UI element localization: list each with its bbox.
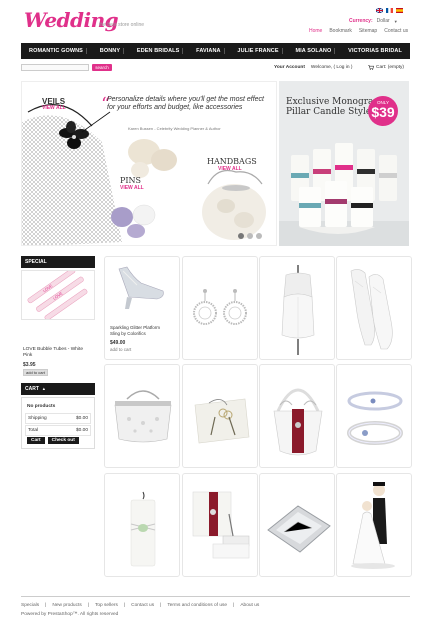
banner-handbags-title: HANDBAGS <box>207 157 257 166</box>
special-header: SPECIAL <box>21 256 95 268</box>
shipping-value: $0.00 <box>75 416 88 421</box>
nav-item-romantic-gowns[interactable]: ROMANTIC GOWNS <box>26 48 87 54</box>
banner-handbags-link[interactable]: VIEW ALL <box>218 166 242 172</box>
total-label: Total <box>28 428 39 433</box>
bubble-tubes-image: LOVE LOVE <box>27 268 88 321</box>
currency-selector[interactable]: Currency: Dollar ▼ <box>349 18 398 24</box>
uk-flag-icon[interactable] <box>376 8 383 13</box>
shoe-image <box>118 266 164 309</box>
nav-item-mia-solano[interactable]: MIA SOLANO <box>292 48 336 54</box>
spain-flag-icon[interactable] <box>396 8 403 13</box>
footer-link-terms[interactable]: Terms and conditions of use <box>167 603 227 608</box>
sitemap-link[interactable]: Sitemap <box>359 28 377 34</box>
corset-image <box>281 265 315 355</box>
footer-links: Specials | New products | Top sellers | Con… <box>21 603 260 608</box>
clutch-image <box>114 390 172 443</box>
product-card-unity-candle[interactable] <box>104 473 180 577</box>
banner-pins-link[interactable]: VIEW ALL <box>120 185 144 191</box>
special-product-image[interactable]: LOVE LOVE <box>21 268 95 321</box>
copyright: Powered by PrestaShop™. All rights reser… <box>21 612 119 617</box>
nav-item-eden-bridals[interactable]: EDEN BRIDALS <box>134 48 184 54</box>
product-card-silver-tray[interactable] <box>259 473 335 577</box>
unity-candle-image <box>130 491 156 567</box>
collapse-arrow-icon[interactable]: ▲ <box>42 383 46 395</box>
header-links: Home Bookmark Sitemap Contact us <box>309 28 408 34</box>
cart-total-row: Total $0.00 <box>25 425 91 436</box>
contact-link[interactable]: Contact us <box>384 28 408 34</box>
ring-pillow-image <box>194 398 250 444</box>
product-card-flower-basket[interactable] <box>259 364 335 468</box>
product-card-guest-book[interactable] <box>182 473 258 577</box>
banner-pins-title: PINS <box>120 176 142 185</box>
cart-shipping-row: Shipping $0.00 <box>25 413 91 424</box>
product-card-ring-pillow[interactable] <box>182 364 258 468</box>
nav-item-bonny[interactable]: BONNY <box>97 48 125 54</box>
guest-book-image <box>192 491 250 559</box>
price-badge: ONLY $39 <box>368 96 398 126</box>
france-flag-icon[interactable] <box>386 8 393 13</box>
banner-dot-2[interactable] <box>247 233 253 239</box>
product-card-earrings[interactable] <box>182 256 258 360</box>
site-tagline: the best store online <box>99 22 145 28</box>
flower-basket-image <box>273 388 323 456</box>
currency-label: Currency: <box>349 18 373 24</box>
banner-dot-1[interactable] <box>238 233 244 239</box>
special-product-price: $3.95 <box>23 362 36 368</box>
nav-item-victorias-bridal[interactable]: VICTORIAS BRIDAL <box>345 48 405 54</box>
bookmark-link[interactable]: Bookmark <box>329 28 352 34</box>
banner-quote-author: Karen Bussen - Celebrity Wedding Planner… <box>128 126 221 131</box>
cart-icon <box>368 65 374 70</box>
product-add-to-cart-shoe[interactable]: add to cart <box>110 347 131 352</box>
account-bar: Your Account Welcome, ( Log in ) <box>274 65 352 70</box>
silver-tray-image <box>267 505 331 553</box>
login-link[interactable]: Welcome, ( Log in ) <box>311 65 353 70</box>
product-card-garter[interactable] <box>336 364 412 468</box>
product-name-shoe[interactable]: Sparkling Glitter Platform Sling by Colo… <box>110 325 170 336</box>
footer-link-contact[interactable]: Contact us <box>131 603 154 608</box>
nav-item-faviana[interactable]: FAVIANA <box>193 48 225 54</box>
banner-pagination <box>238 233 262 239</box>
product-card-cake-topper[interactable] <box>336 473 412 577</box>
language-selector[interactable] <box>376 8 403 13</box>
cake-topper-image <box>351 482 395 569</box>
footer-link-specials[interactable]: Specials <box>21 603 39 608</box>
header-cart[interactable]: Cart: (empty) <box>368 65 404 70</box>
badge-price: $39 <box>371 104 395 120</box>
nav-item-julie-france[interactable]: JULIE FRANCE <box>234 48 283 54</box>
gloves-image <box>350 269 393 350</box>
footer-link-about[interactable]: About us <box>240 603 259 608</box>
special-product-name[interactable]: LOVE Bubble Tubes - White Pink <box>23 347 83 359</box>
search-button[interactable]: search <box>92 64 112 71</box>
footer-link-new-products[interactable]: New products <box>52 603 81 608</box>
chevron-down-icon: ▼ <box>393 18 398 24</box>
cart-empty-text: No products <box>27 404 56 409</box>
product-card-gloves[interactable] <box>336 256 412 360</box>
home-link[interactable]: Home <box>309 28 322 34</box>
main-nav: ROMANTIC GOWNS BONNY EDEN BRIDALS FAVIAN… <box>21 43 410 59</box>
header-cart-label: Cart: (empty) <box>376 65 404 70</box>
search-input[interactable] <box>21 64 89 71</box>
product-card-clutch[interactable] <box>104 364 180 468</box>
footer-divider <box>21 596 410 597</box>
banner-dot-3[interactable] <box>256 233 262 239</box>
cart-actions: Cart Check out <box>27 437 79 444</box>
product-card-corset[interactable] <box>259 256 335 360</box>
banner-veils-link[interactable]: VIEW ALL <box>42 105 66 111</box>
total-value: $0.00 <box>75 428 88 433</box>
currency-value[interactable]: Dollar <box>377 18 390 24</box>
earrings-image <box>193 289 247 325</box>
footer-link-top-sellers[interactable]: Top sellers <box>95 603 118 608</box>
cart-title: CART <box>25 386 39 392</box>
shipping-label: Shipping <box>28 416 47 421</box>
site-logo[interactable]: Wedding <box>24 8 119 32</box>
checkout-button[interactable]: Check out <box>47 437 79 444</box>
cart-header: CART ▲ <box>21 383 95 395</box>
product-price-shoe: $49.00 <box>110 340 126 346</box>
special-add-to-cart-button[interactable]: add to cart <box>23 369 48 376</box>
cart-button[interactable]: Cart <box>27 437 45 444</box>
garter-image <box>347 391 403 445</box>
banner-quote: Personalize details where you'll get the… <box>107 96 264 111</box>
your-account-link[interactable]: Your Account <box>274 65 305 70</box>
